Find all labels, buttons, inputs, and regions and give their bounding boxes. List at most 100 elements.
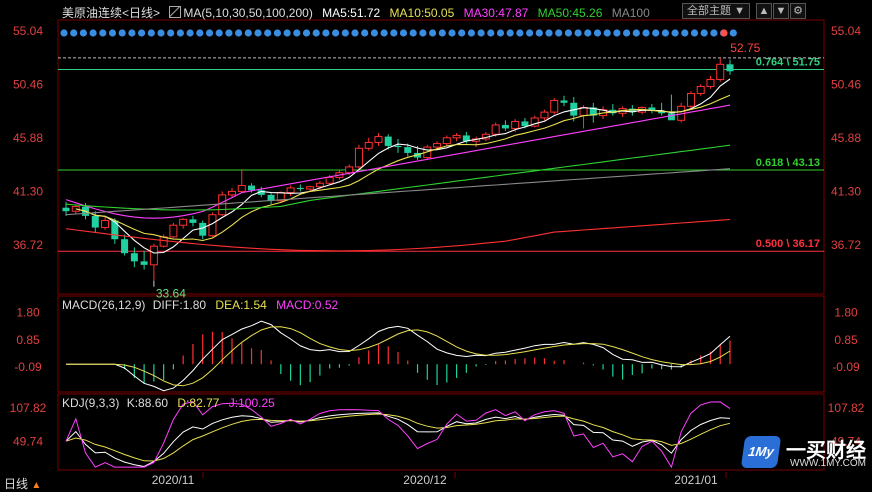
- blue-dot: [516, 29, 524, 37]
- blue-dot: [293, 29, 301, 37]
- x-axis-label: 2021/01: [674, 473, 718, 487]
- blue-dot: [584, 29, 592, 37]
- price-tick-left: 50.46: [13, 78, 43, 92]
- macd-tick-left: 1.80: [16, 306, 40, 320]
- blue-dot: [380, 29, 388, 37]
- price-tick-left: 36.72: [13, 238, 43, 252]
- blue-dot: [283, 29, 291, 37]
- candle-body: [686, 92, 695, 107]
- period-label[interactable]: <日线>: [122, 6, 160, 20]
- blue-dot: [108, 29, 117, 37]
- blue-dot: [196, 29, 204, 37]
- candle-body: [560, 100, 568, 103]
- candle-body: [374, 136, 383, 143]
- fib-label: 0.500 \ 36.17: [756, 238, 820, 250]
- candle-body: [491, 124, 500, 135]
- candle-body: [511, 120, 520, 129]
- candle-body: [394, 145, 402, 148]
- blue-dot: [99, 29, 107, 37]
- ma50-line: [65, 144, 731, 211]
- theme-button[interactable]: 全部主题 ▼: [682, 3, 750, 19]
- kdj-label[interactable]: KDJ(9,3,3): [62, 396, 119, 410]
- candle-body: [169, 224, 178, 238]
- blue-dot: [632, 29, 640, 37]
- x-axis-label: 2020/12: [403, 473, 447, 487]
- blue-dot: [623, 29, 631, 37]
- macd-tick-right: -0.09: [832, 360, 860, 374]
- candle-body: [286, 187, 295, 194]
- ma100-line: [65, 168, 731, 216]
- blue-dot: [564, 29, 573, 37]
- macd-label[interactable]: MACD(26,12,9): [62, 298, 145, 312]
- blue-dot: [399, 29, 408, 37]
- blue-dot: [545, 29, 553, 37]
- candle-body: [71, 206, 80, 212]
- ma-label[interactable]: MA(5,10,30,50,100,200): [183, 6, 312, 20]
- blue-dot: [215, 29, 223, 37]
- candle-body: [228, 190, 236, 196]
- blue-dot: [79, 29, 87, 37]
- candle-body: [706, 78, 715, 87]
- candle-body: [521, 121, 529, 127]
- blue-dot: [496, 29, 505, 37]
- chevron-up-icon[interactable]: ▲: [756, 3, 772, 19]
- blue-dot: [555, 29, 563, 37]
- ma-icon[interactable]: [169, 6, 182, 18]
- blue-dot: [89, 29, 97, 37]
- candle-body: [248, 185, 256, 191]
- macd-tick-left: -0.09: [14, 360, 42, 374]
- price-tick-left: 41.30: [13, 184, 43, 198]
- candle-body: [404, 147, 412, 153]
- candle-body: [111, 220, 119, 240]
- candle-body: [62, 207, 70, 212]
- macd-tick-left: 0.85: [16, 333, 40, 347]
- blue-dot: [477, 29, 485, 37]
- blue-dot: [390, 29, 398, 37]
- candle-body: [345, 166, 354, 174]
- candle-body: [237, 185, 246, 192]
- blue-dot: [506, 29, 514, 37]
- ma30-value: MA30:47.87: [463, 6, 529, 20]
- settings-icon[interactable]: ⚙: [790, 3, 806, 19]
- candle-body: [550, 99, 559, 113]
- blue-dot: [118, 29, 126, 37]
- symbol-name[interactable]: 美原油连续: [62, 6, 122, 20]
- candle-body: [696, 85, 705, 94]
- blue-dot: [147, 29, 155, 37]
- blue-dot: [302, 29, 311, 37]
- blue-dot: [681, 29, 689, 37]
- kdj-d: D:82.77: [177, 396, 220, 410]
- ma5-value: MA5:51.72: [322, 6, 381, 20]
- candle-body: [433, 143, 442, 148]
- candle-body: [149, 245, 158, 266]
- blue-dot: [671, 29, 679, 37]
- price-tick-left: 55.04: [13, 24, 43, 38]
- blue-dot: [535, 29, 543, 37]
- fib-label: 0.618 \ 43.13: [756, 157, 820, 169]
- candle-body: [364, 141, 373, 149]
- candle-body: [716, 63, 725, 80]
- chevron-down-icon[interactable]: ▼: [773, 3, 789, 19]
- blue-dot: [593, 29, 602, 37]
- candle-body: [667, 113, 675, 121]
- blue-dot: [235, 29, 243, 37]
- blue-dot: [487, 29, 495, 37]
- chart-canvas: 55.04 55.04 50.46 50.46 45.88 45.88 41.30 41.30…: [10, 19, 865, 487]
- blue-dot: [205, 29, 214, 37]
- high-label: 52.75: [730, 41, 760, 55]
- kdj-tick-right: 107.82: [828, 401, 865, 415]
- candle-body: [159, 236, 168, 247]
- blue-dot: [312, 29, 320, 37]
- blue-dot: [254, 29, 262, 37]
- blue-dot: [186, 29, 194, 37]
- macd-value: MACD:0.52: [276, 298, 339, 312]
- blue-dot: [225, 29, 233, 37]
- chevron-up-icon: ▲: [31, 480, 42, 491]
- candle-body: [121, 239, 129, 254]
- candle-body: [325, 176, 334, 184]
- price-tick-right: 55.04: [831, 24, 861, 38]
- macd-tick-right: 1.80: [834, 306, 858, 320]
- period-tab[interactable]: 日线 ▲: [4, 475, 41, 492]
- price-tick-left: 45.88: [13, 131, 43, 145]
- price-tick-right: 45.88: [831, 131, 861, 145]
